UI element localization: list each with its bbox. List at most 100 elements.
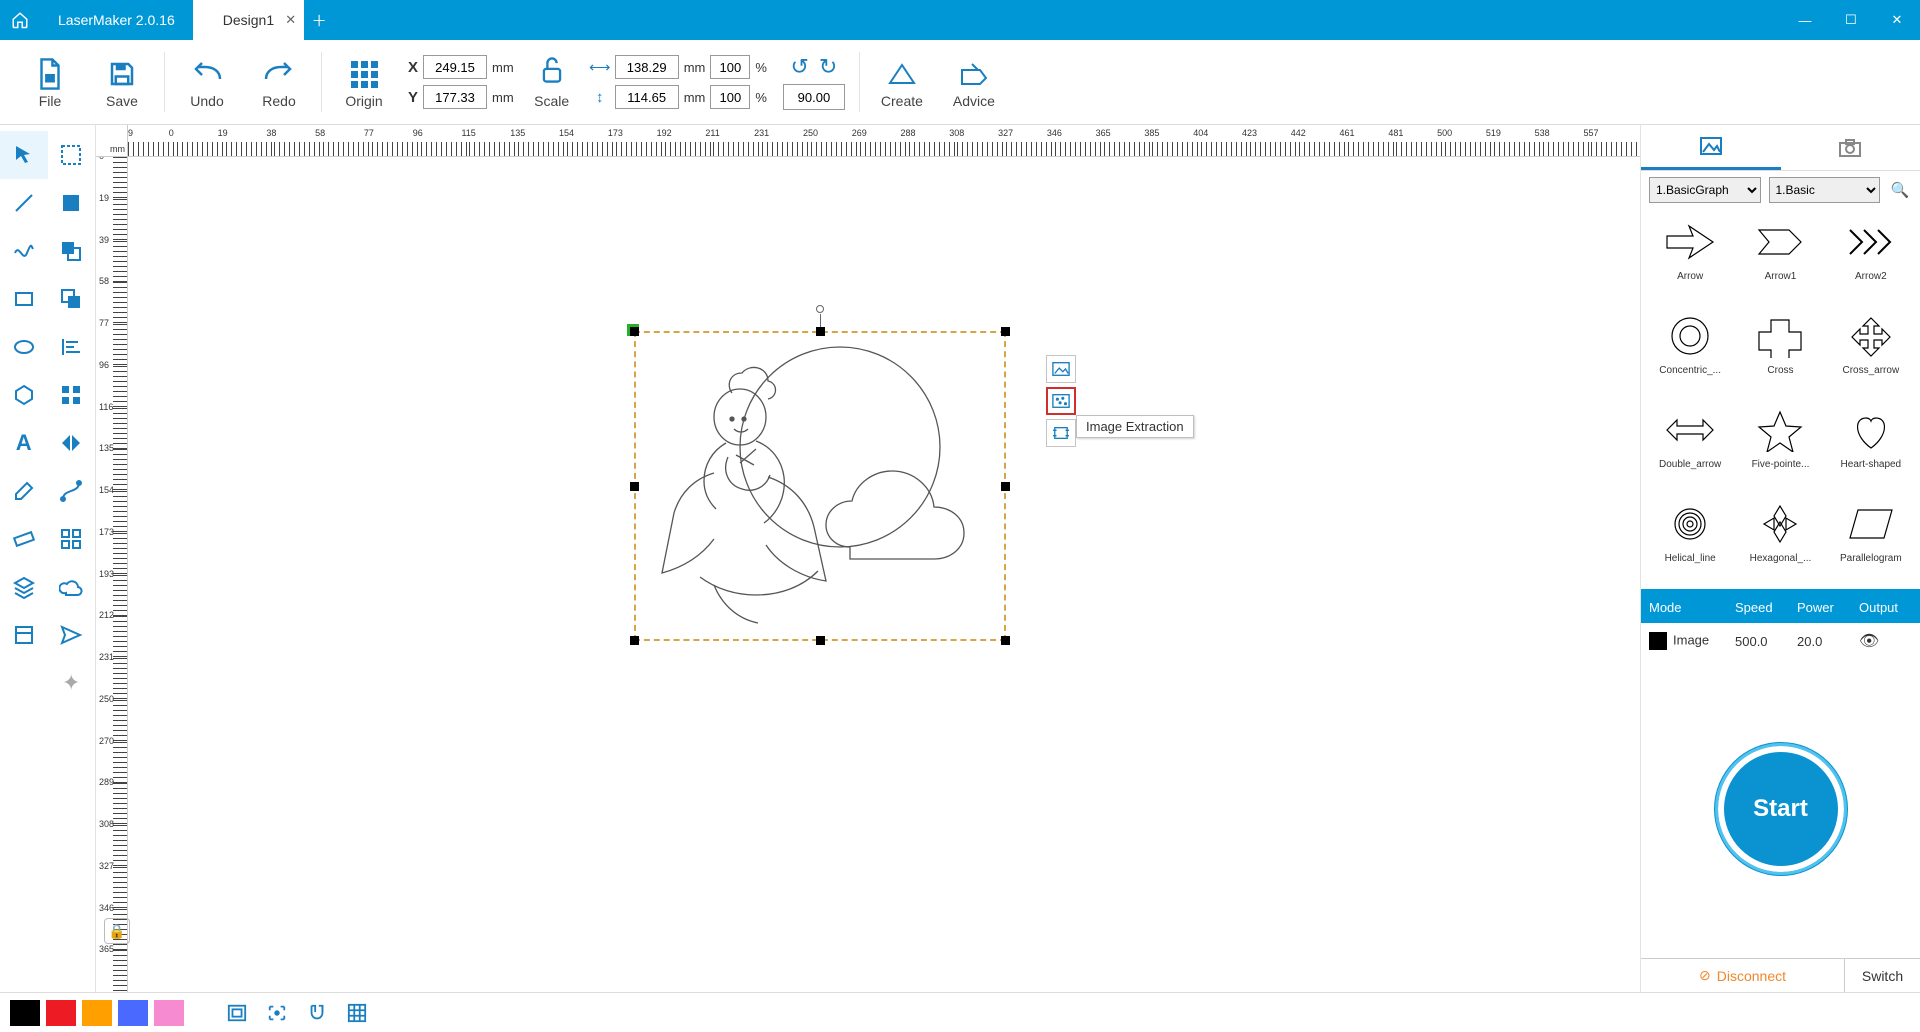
height-percent-input[interactable] xyxy=(710,85,750,109)
layer-row[interactable]: Image 500.0 20.0 👁 xyxy=(1641,623,1920,659)
resize-handle-bm[interactable] xyxy=(816,636,825,645)
width-percent-input[interactable] xyxy=(710,55,750,79)
curve-tool[interactable] xyxy=(0,227,48,275)
redo-button[interactable]: Redo xyxy=(243,46,315,118)
minimize-button[interactable]: — xyxy=(1782,0,1828,40)
align-left-tool[interactable] xyxy=(48,323,96,371)
shape-concentric[interactable]: Concentric_... xyxy=(1647,307,1733,397)
save-button[interactable]: Save xyxy=(86,46,158,118)
category-select-1[interactable]: 1.BasicGraph xyxy=(1649,177,1761,203)
camera-tab[interactable] xyxy=(1781,125,1920,170)
array-tool[interactable] xyxy=(48,515,96,563)
shape-heart[interactable]: Heart-shaped xyxy=(1828,401,1914,491)
image-extraction-button[interactable] xyxy=(1046,387,1076,415)
ruler-tool[interactable] xyxy=(0,515,48,563)
rotate-ccw-icon[interactable]: ↺ xyxy=(790,54,808,80)
scale-lock-button[interactable]: Scale xyxy=(522,46,582,118)
text-tool[interactable]: A xyxy=(0,419,48,467)
shape-arrow1[interactable]: Arrow1 xyxy=(1737,213,1823,303)
shape-arrow2[interactable]: Arrow2 xyxy=(1828,213,1914,303)
eraser-tool[interactable] xyxy=(0,467,48,515)
shape-five_point[interactable]: Five-pointe... xyxy=(1737,401,1823,491)
selected-image[interactable] xyxy=(640,337,1000,635)
fit-screen-button[interactable] xyxy=(220,999,254,1027)
category-select-2[interactable]: 1.Basic xyxy=(1769,177,1881,203)
width-input[interactable] xyxy=(615,55,679,79)
magnet-button[interactable] xyxy=(300,999,334,1027)
undo-button[interactable]: Undo xyxy=(171,46,243,118)
shape-cross_arrow[interactable]: Cross_arrow xyxy=(1828,307,1914,397)
advice-button[interactable]: Advice xyxy=(938,46,1010,118)
create-button[interactable]: Create xyxy=(866,46,938,118)
shape-double_arrow[interactable]: Double_arrow xyxy=(1647,401,1733,491)
tab-close-icon[interactable]: ✕ xyxy=(285,12,296,28)
line-tool[interactable] xyxy=(0,179,48,227)
shape-hexagonal[interactable]: Hexagonal_... xyxy=(1737,495,1823,585)
layer-visibility-toggle[interactable]: 👁 xyxy=(1851,631,1920,651)
origin-button[interactable]: Origin xyxy=(328,46,400,118)
send-back-tool[interactable] xyxy=(48,227,96,275)
close-window-button[interactable]: ✕ xyxy=(1874,0,1920,40)
palette-pink[interactable] xyxy=(154,1000,184,1026)
rotation-input[interactable] xyxy=(783,84,845,110)
new-tab-button[interactable]: ＋ xyxy=(304,0,334,40)
mirror-tool[interactable] xyxy=(48,419,96,467)
shape-cross[interactable]: Cross xyxy=(1737,307,1823,397)
undo-label: Undo xyxy=(190,93,223,109)
file-button[interactable]: File xyxy=(14,46,86,118)
cloud-tool[interactable] xyxy=(48,563,96,611)
palette-orange[interactable] xyxy=(82,1000,112,1026)
shape-parallelogram[interactable]: Parallelogram xyxy=(1828,495,1914,585)
crop-tool[interactable] xyxy=(0,611,48,659)
home-button[interactable] xyxy=(0,0,40,40)
palette-blue[interactable] xyxy=(118,1000,148,1026)
switch-button[interactable]: Switch xyxy=(1844,959,1920,992)
focus-button[interactable] xyxy=(260,999,294,1027)
palette-black[interactable] xyxy=(10,1000,40,1026)
ellipse-tool[interactable] xyxy=(0,323,48,371)
y-input[interactable] xyxy=(423,85,487,109)
image-crop-button[interactable] xyxy=(1046,419,1076,447)
dimension-group: ⟷ mm % ↕ mm % xyxy=(582,55,775,109)
grid-toggle-button[interactable] xyxy=(340,999,374,1027)
disconnect-button[interactable]: ⊘ Disconnect xyxy=(1641,959,1844,992)
canvas[interactable]: Image Extraction xyxy=(128,157,1640,992)
shape-concentric-label: Concentric_... xyxy=(1650,365,1730,376)
library-tab[interactable] xyxy=(1641,125,1781,170)
maximize-button[interactable]: ☐ xyxy=(1828,0,1874,40)
bulb-tool[interactable]: ✦ xyxy=(48,659,96,707)
fill-tool[interactable] xyxy=(48,179,96,227)
bring-front-tool[interactable] xyxy=(48,275,96,323)
rotate-cw-icon[interactable]: ↻ xyxy=(819,54,837,80)
image-adjust-button[interactable] xyxy=(1046,355,1076,383)
path-edit-tool[interactable] xyxy=(48,467,96,515)
x-input[interactable] xyxy=(423,55,487,79)
resize-handle-br[interactable] xyxy=(1001,636,1010,645)
resize-handle-tm[interactable] xyxy=(816,327,825,336)
layers-tool[interactable] xyxy=(0,563,48,611)
shape-arrow[interactable]: Arrow xyxy=(1647,213,1733,303)
height-input[interactable] xyxy=(615,85,679,109)
rect-tool[interactable] xyxy=(0,275,48,323)
select-tool[interactable] xyxy=(0,131,48,179)
marquee-tool[interactable] xyxy=(48,131,96,179)
resize-handle-mr[interactable] xyxy=(1001,482,1010,491)
palette-red[interactable] xyxy=(46,1000,76,1026)
grid-tool[interactable] xyxy=(48,371,96,419)
start-button[interactable]: Start xyxy=(1718,746,1844,872)
send-tool[interactable] xyxy=(48,611,96,659)
selection-box[interactable] xyxy=(634,331,1006,641)
layer-col-speed: Speed xyxy=(1727,600,1789,615)
polygon-tool[interactable] xyxy=(0,371,48,419)
create-icon xyxy=(886,55,918,93)
canvas-lock-button[interactable]: 🔒 xyxy=(104,918,130,944)
shape-cross_arrow-icon xyxy=(1835,307,1907,365)
resize-handle-ml[interactable] xyxy=(630,482,639,491)
resize-handle-bl[interactable] xyxy=(630,636,639,645)
resize-handle-tl[interactable] xyxy=(630,327,639,336)
shape-helical[interactable]: Helical_line xyxy=(1647,495,1733,585)
shape-search-icon[interactable]: 🔍 xyxy=(1888,178,1912,202)
rotation-handle[interactable] xyxy=(816,305,824,313)
document-tab[interactable]: Design1 ✕ xyxy=(193,0,304,40)
resize-handle-tr[interactable] xyxy=(1001,327,1010,336)
